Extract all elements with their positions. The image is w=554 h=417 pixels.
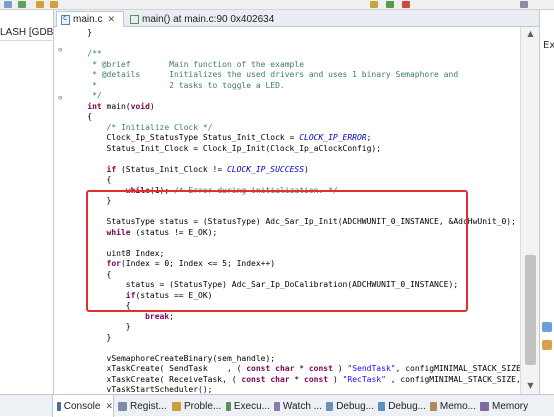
tab-watch[interactable]: Watch ...: [272, 395, 322, 417]
debug-view-panel: LASH [GDB SE: [0, 10, 69, 394]
close-icon[interactable]: ✕: [107, 14, 115, 25]
editor-tab-bar: main.c ✕ main() at main.c:90 0x402634: [54, 10, 539, 27]
tab-console[interactable]: Console ✕: [52, 395, 114, 417]
scroll-down-icon[interactable]: ▼: [521, 379, 540, 393]
code-line[interactable]: vTaskStartScheduler();: [68, 384, 213, 394]
tab-label: main() at main.c:90 0x402634: [142, 13, 275, 25]
debug-icon[interactable]: [4, 1, 12, 8]
search-icon[interactable]: [520, 1, 528, 8]
stack-frame-icon: [130, 14, 139, 24]
tab-debugger-console[interactable]: Debug...: [324, 395, 374, 417]
code-line[interactable]: int main(void): [68, 101, 154, 112]
fold-icon[interactable]: ⊖: [58, 47, 64, 54]
tab-problems[interactable]: Proble...: [170, 395, 222, 417]
tab-label: Regist...: [130, 400, 167, 412]
tab-memory-browser[interactable]: Memo...: [428, 395, 476, 417]
fold-icon[interactable]: ⊖: [58, 95, 64, 102]
code-line[interactable]: {: [68, 111, 92, 122]
resume-icon[interactable]: [386, 1, 394, 8]
highlight-annotation-box: [86, 190, 468, 312]
forward-icon[interactable]: [50, 1, 58, 8]
code-line[interactable]: Clock_Ip_StatusType Status_Init_Clock = …: [68, 132, 372, 143]
panel-icon[interactable]: [542, 340, 552, 350]
scroll-up-icon[interactable]: ▲: [521, 27, 540, 41]
code-line[interactable]: }: [68, 321, 131, 332]
tab-label: Execu...: [233, 400, 270, 412]
tab-main-c[interactable]: main.c ✕: [56, 11, 124, 27]
code-line[interactable]: vSemaphoreCreateBinary(sem_handle);: [68, 353, 276, 364]
tab-memory[interactable]: Memory: [478, 395, 536, 417]
console-icon: [57, 401, 61, 411]
code-line[interactable]: * 2 tasks to toggle a LED.: [68, 80, 285, 91]
tab-label: Proble...: [184, 400, 222, 412]
bottom-view-tab-bar: Console ✕ Regist... Proble... Execu... W…: [0, 394, 554, 417]
code-line[interactable]: */: [68, 90, 102, 101]
panel-icon[interactable]: [542, 322, 552, 332]
code-line[interactable]: /* Initialize Clock */: [68, 122, 213, 133]
problems-icon: [172, 401, 181, 411]
tab-executables[interactable]: Execu...: [224, 395, 270, 417]
back-icon[interactable]: [36, 1, 44, 8]
code-line[interactable]: if (Status_Init_Clock != CLOCK_IP_SUCCES…: [68, 164, 309, 175]
debug-icon: [378, 401, 386, 411]
memory-icon: [430, 401, 437, 411]
code-line[interactable]: xTaskCreate( ReceiveTask, ( const char *…: [68, 374, 520, 385]
tab-label: main.c: [73, 14, 103, 25]
tab-label: Console: [63, 400, 101, 412]
code-line[interactable]: {: [68, 174, 112, 185]
tab-debug[interactable]: Debug...: [376, 395, 426, 417]
code-line[interactable]: /**: [68, 48, 101, 59]
tab-label: Memory: [492, 400, 529, 412]
editor-gutter: [54, 27, 67, 394]
code-line[interactable]: }: [68, 27, 92, 38]
registers-icon: [118, 401, 127, 411]
code-line[interactable]: Status_Init_Clock = Clock_Ip_Init(Clock_…: [68, 143, 382, 154]
main-toolbar: [0, 0, 554, 10]
code-line[interactable]: xTaskCreate( SendTask , ( const char * c…: [68, 363, 520, 374]
code-line[interactable]: * @brief Main function of the example: [68, 59, 304, 70]
tab-label: Memo...: [439, 400, 476, 412]
code-line[interactable]: break;: [68, 311, 174, 322]
panel-divider: [0, 40, 54, 41]
c-file-icon: [61, 13, 70, 25]
code-editor[interactable]: ⊖ ⊖ } /** * @brief Main function of the …: [54, 27, 520, 394]
scrollbar-thumb[interactable]: [525, 255, 536, 365]
step-icon[interactable]: [370, 1, 378, 8]
tab-label: Debug...: [336, 400, 374, 412]
watch-icon: [274, 401, 280, 411]
code-line[interactable]: }: [68, 332, 112, 343]
tab-disassembly-location[interactable]: main() at main.c:90 0x402634: [126, 11, 286, 27]
stop-icon[interactable]: [402, 1, 410, 8]
memory-view-icon: [480, 401, 489, 411]
tab-registers[interactable]: Regist...: [116, 395, 168, 417]
executables-icon: [226, 401, 231, 411]
tab-label: Watch ...: [282, 400, 322, 412]
close-icon[interactable]: ✕: [105, 401, 113, 412]
right-side-panel: Ex: [539, 10, 554, 394]
debugger-console-icon: [326, 401, 334, 411]
editor-vertical-scrollbar[interactable]: ▲ ▼: [520, 27, 539, 394]
code-line[interactable]: * @details Initializes the used drivers …: [68, 69, 458, 80]
right-panel-label[interactable]: Ex: [543, 40, 554, 51]
run-icon[interactable]: [18, 1, 26, 8]
tab-label: Debug...: [388, 400, 426, 412]
